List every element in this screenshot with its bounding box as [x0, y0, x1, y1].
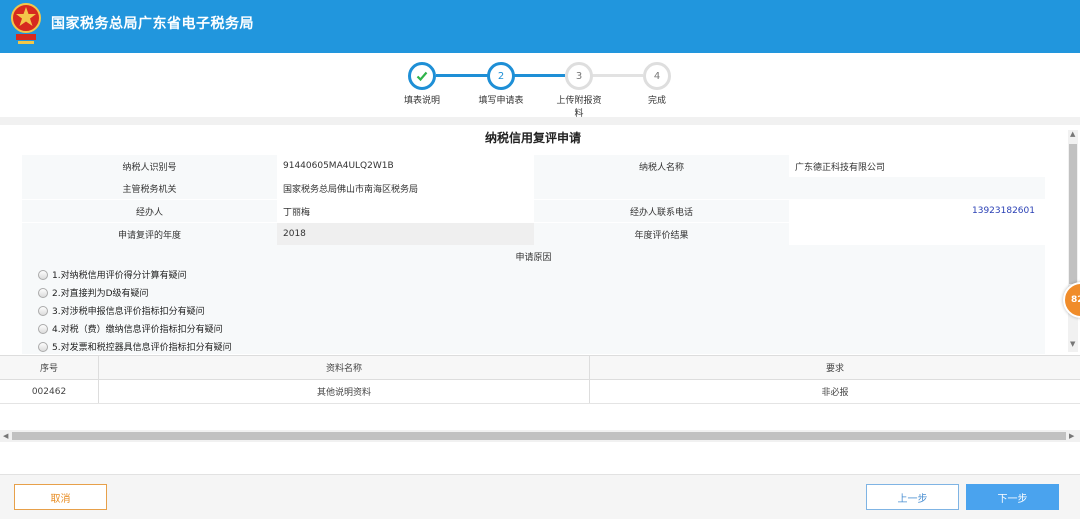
cell-document: 其他说明资料 [99, 380, 590, 403]
reason-option-5[interactable]: 5.对发票和税控器具信息评价指标扣分有疑问 [38, 340, 232, 353]
application-form: 纳税信用复评申请 纳税人识别号 91440605MA4ULQ2W1B 纳税人名称… [0, 125, 1080, 354]
step-4-circle: 4 [643, 62, 671, 90]
handler-phone-input[interactable]: 13923182601 [789, 200, 1045, 222]
step-2-number: 2 [497, 70, 505, 82]
progress-stepper: 2 3 4 填表说明 填写申请表 上传附报资料 完成 [0, 53, 1080, 119]
check-icon [416, 71, 428, 82]
year-label: 申请复评的年度 [22, 223, 277, 245]
radio-button[interactable] [38, 287, 48, 298]
reason-option-label: 2.对直接判为D级有疑问 [52, 289, 149, 299]
reason-option-label: 4.对税（费）缴纳信息评价指标扣分有疑问 [52, 325, 223, 335]
handler-phone-label: 经办人联系电话 [534, 200, 789, 222]
step-connector-2 [514, 74, 565, 77]
radio-button[interactable] [38, 269, 48, 280]
badge-text: 82 [1071, 295, 1080, 305]
previous-step-button[interactable]: 上一步 [866, 484, 959, 510]
column-header-document: 资料名称 [99, 356, 590, 379]
handler-label: 经办人 [22, 200, 277, 222]
result-label: 年度评价结果 [534, 223, 789, 245]
reason-option-2[interactable]: 2.对直接判为D级有疑问 [38, 286, 149, 299]
app-title: 国家税务总局广东省电子税务局 [51, 16, 254, 32]
table-row[interactable]: 002462 其他说明资料 非必报 [0, 380, 1080, 404]
form-vertical-scrollbar[interactable]: ▲ ▼ [1068, 130, 1078, 352]
form-title: 纳税信用复评申请 [484, 131, 581, 145]
attachments-table: 序号 资料名称 要求 002462 其他说明资料 非必报 [0, 355, 1080, 404]
step-1-circle [408, 62, 436, 90]
separator-band [0, 117, 1080, 125]
scroll-left-icon[interactable]: ◀ [3, 432, 8, 440]
cell-requirement: 非必报 [821, 388, 849, 398]
authority-label: 主管税务机关 [22, 177, 277, 199]
cancel-button[interactable]: 取消 [14, 484, 107, 510]
scroll-up-icon[interactable]: ▲ [1070, 130, 1075, 138]
step-3-number: 3 [575, 70, 583, 82]
step-4-number: 4 [653, 70, 661, 82]
year-value: 2018 [277, 223, 534, 245]
reason-option-label: 5.对发票和税控器具信息评价指标扣分有疑问 [52, 343, 232, 353]
column-header-number: 序号 [0, 356, 99, 379]
cell-number: 002462 [0, 380, 99, 403]
reason-option-label: 1.对纳税信用评价得分计算有疑问 [52, 271, 187, 281]
step-2-circle: 2 [487, 62, 515, 90]
scroll-right-icon[interactable]: ▶ [1069, 432, 1074, 440]
footer-bar: 取消 上一步 下一步 [0, 474, 1080, 519]
step-connector-1 [436, 74, 492, 77]
radio-button[interactable] [38, 305, 48, 316]
app-header: 国家税务总局广东省电子税务局 [0, 0, 1080, 53]
scrollbar-thumb[interactable] [1069, 144, 1077, 284]
reason-option-1[interactable]: 1.对纳税信用评价得分计算有疑问 [38, 268, 187, 281]
reason-label: 申请原因 [22, 245, 1045, 267]
reason-option-label: 3.对涉税申报信息评价指标扣分有疑问 [52, 307, 205, 317]
taxpayer-id-value: 91440605MA4ULQ2W1B [283, 161, 394, 171]
step-4-label: 完成 [647, 96, 666, 106]
next-step-button[interactable]: 下一步 [966, 484, 1059, 510]
scrollbar-thumb[interactable] [12, 432, 1066, 440]
scroll-down-icon[interactable]: ▼ [1070, 340, 1075, 348]
radio-button[interactable] [38, 341, 48, 352]
table-header: 序号 资料名称 要求 [0, 356, 1080, 380]
step-connector-3 [592, 74, 643, 77]
radio-button[interactable] [38, 323, 48, 334]
result-value [789, 223, 1045, 245]
step-3-circle: 3 [565, 62, 593, 90]
reason-option-4[interactable]: 4.对税（费）缴纳信息评价指标扣分有疑问 [38, 322, 223, 335]
tax-emblem-icon [11, 3, 41, 44]
step-1-label: 填表说明 [403, 96, 440, 106]
authority-row-filler [534, 177, 1045, 199]
step-2-label: 填写申请表 [478, 96, 524, 106]
table-horizontal-scrollbar[interactable]: ◀ ▶ [0, 430, 1080, 442]
page-root: 国家税务总局广东省电子税务局 2 3 4 填表说明 填写申请表 上传附报资料 完… [0, 0, 1080, 519]
taxpayer-id-label: 纳税人识别号 [22, 155, 277, 177]
column-header-requirement: 要求 [825, 364, 844, 374]
authority-value: 国家税务总局佛山市南海区税务局 [283, 184, 419, 195]
reason-option-3[interactable]: 3.对涉税申报信息评价指标扣分有疑问 [38, 304, 205, 317]
taxpayer-name-label: 纳税人名称 [534, 155, 789, 177]
handler-value: 丁丽梅 [283, 207, 311, 218]
taxpayer-name-value: 广东德正科技有限公司 [795, 162, 886, 173]
